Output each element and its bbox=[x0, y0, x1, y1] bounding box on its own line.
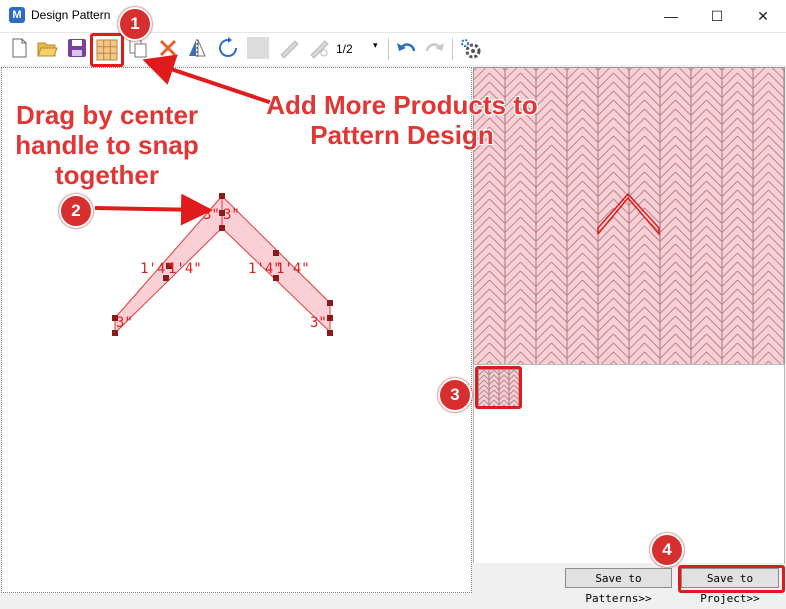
badge-3: 3 bbox=[438, 378, 472, 412]
callout-drag-snap: Drag by center handle to snap together bbox=[15, 100, 199, 190]
arrow-to-center-handle bbox=[94, 193, 213, 226]
badge-4: 4 bbox=[650, 533, 684, 567]
callout-add-products: Add More Products to Pattern Design bbox=[266, 90, 538, 150]
annotation-arrows bbox=[94, 54, 273, 226]
badge-1: 1 bbox=[118, 7, 152, 41]
badge-2: 2 bbox=[59, 194, 93, 228]
arrow-to-add-products bbox=[142, 54, 273, 105]
